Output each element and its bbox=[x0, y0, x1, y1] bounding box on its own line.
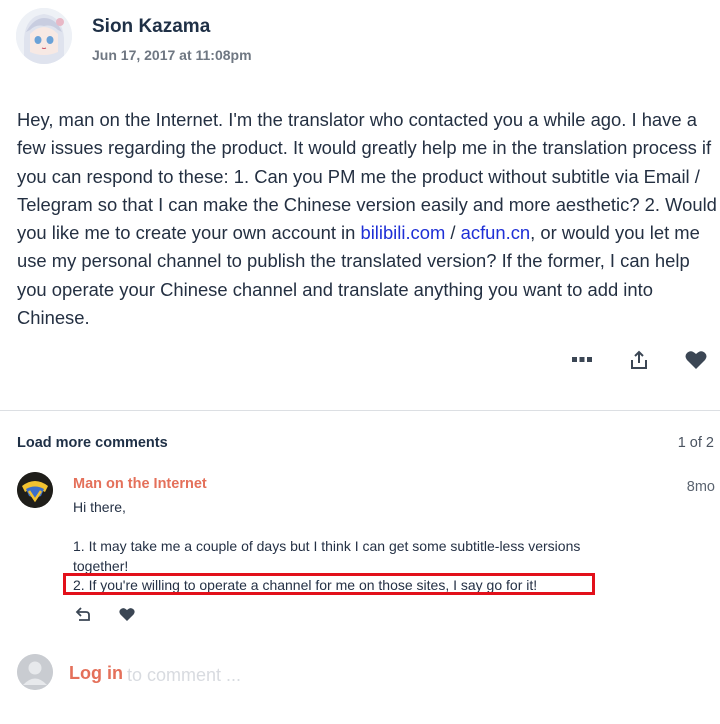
reply-icon[interactable] bbox=[73, 604, 93, 624]
post-header: Sion Kazama Jun 17, 2017 at 11:08pm bbox=[16, 8, 716, 68]
heart-icon[interactable] bbox=[682, 346, 710, 374]
login-row: Log in to comment ... bbox=[17, 652, 717, 692]
comment: Man on the Internet 8mo Hi there, 1. It … bbox=[17, 470, 717, 630]
comment-author-name[interactable]: Man on the Internet bbox=[73, 476, 207, 492]
bilibili-link[interactable]: bilibili.com bbox=[360, 222, 445, 243]
avatar[interactable] bbox=[16, 8, 72, 64]
comments-pager: 1 of 2 bbox=[677, 435, 714, 451]
post-date: Jun 17, 2017 at 11:08pm bbox=[92, 47, 252, 63]
comment-line: 1. It may take me a couple of days but I… bbox=[73, 538, 581, 574]
heart-icon[interactable] bbox=[117, 604, 137, 624]
post-text: / bbox=[445, 222, 461, 244]
comment-input-placeholder[interactable]: to comment ... bbox=[127, 665, 241, 686]
post-body: Hey, man on the Internet. I'm the transl… bbox=[17, 106, 717, 332]
comment-line: Hi there, bbox=[73, 499, 126, 515]
more-icon[interactable] bbox=[568, 346, 596, 374]
highlight-box bbox=[63, 573, 595, 595]
load-more-comments-button[interactable]: Load more comments bbox=[17, 435, 168, 451]
post-author-name[interactable]: Sion Kazama bbox=[92, 16, 210, 38]
divider bbox=[0, 410, 720, 411]
acfun-link[interactable]: acfun.cn bbox=[461, 222, 531, 243]
share-icon[interactable] bbox=[625, 346, 653, 374]
avatar[interactable] bbox=[17, 472, 53, 508]
login-link[interactable]: Log in bbox=[69, 663, 123, 684]
comment-time[interactable]: 8mo bbox=[687, 479, 715, 495]
post-actions bbox=[560, 346, 710, 374]
guest-avatar bbox=[17, 654, 53, 690]
